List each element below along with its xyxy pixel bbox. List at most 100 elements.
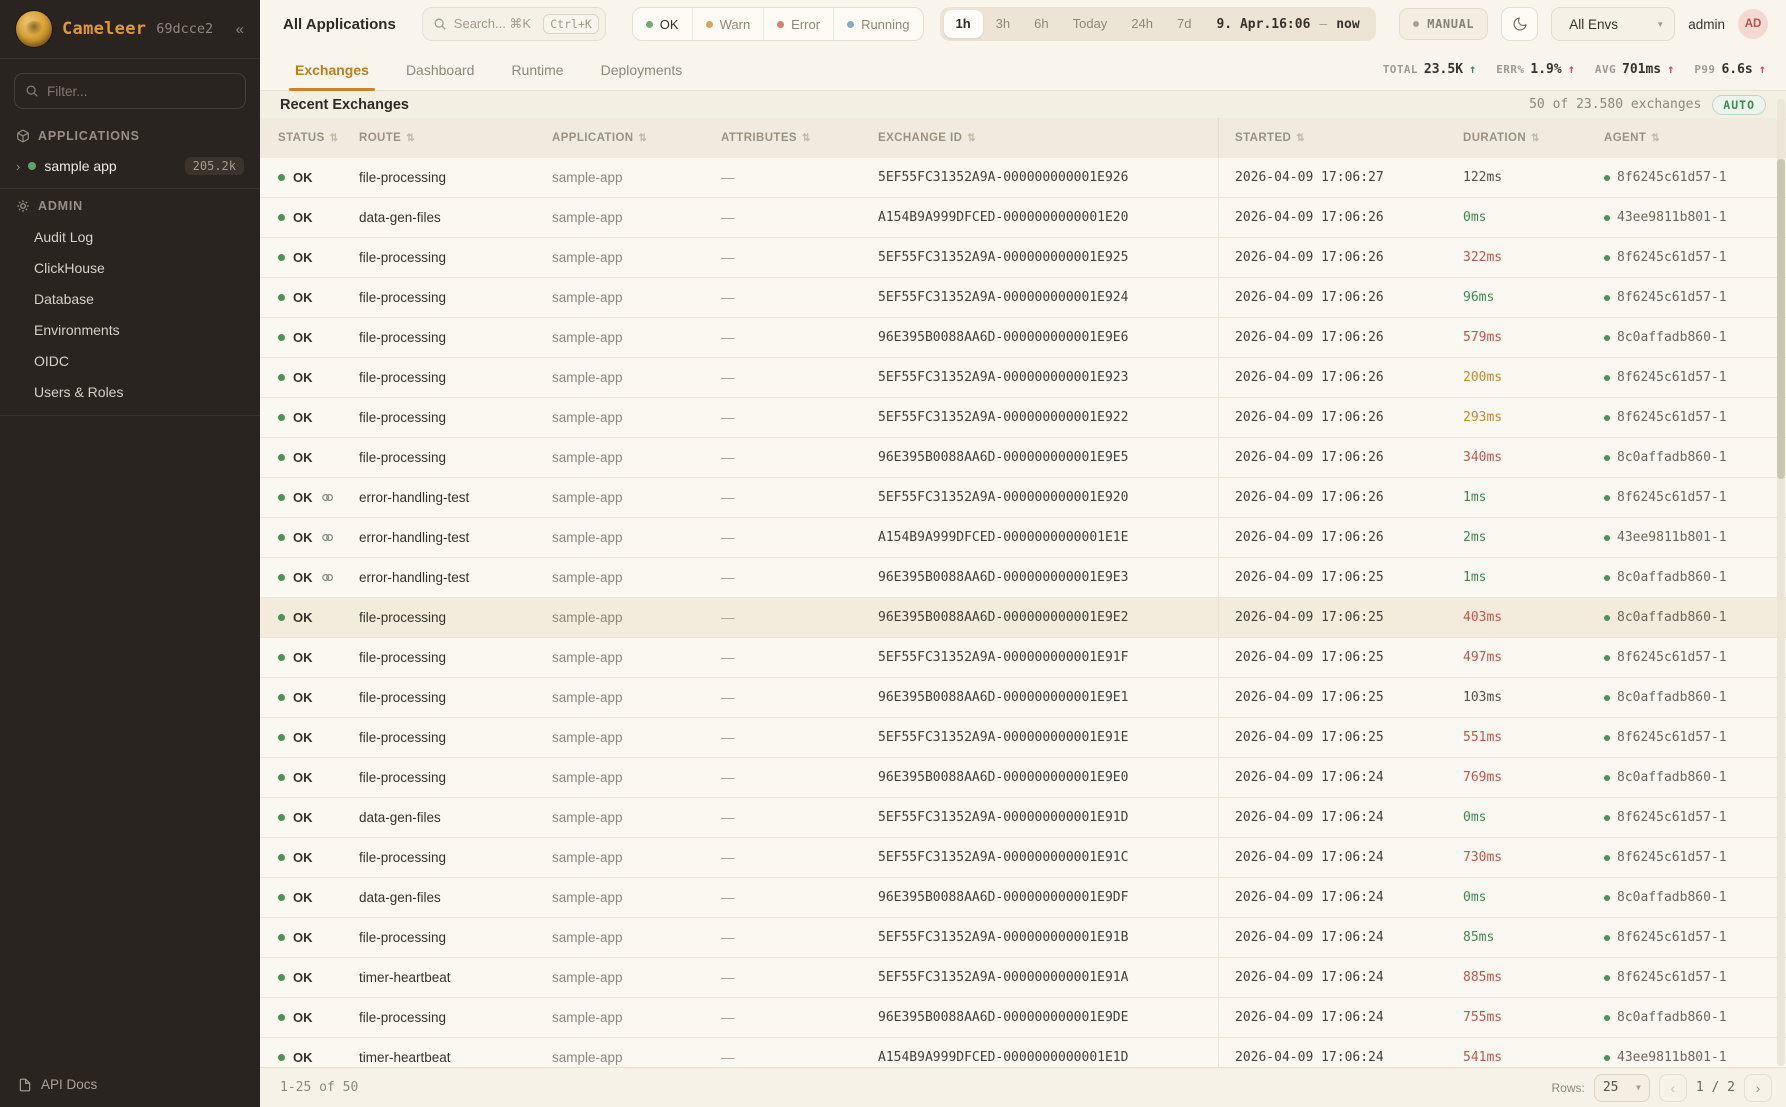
sidebar-item-audit-log[interactable]: Audit Log xyxy=(0,221,260,252)
sidebar-item-sample-app[interactable]: › sample app 205.2k xyxy=(0,151,260,188)
status-cell: OK xyxy=(278,250,359,265)
agent-cell: 8f6245c61d57-1 xyxy=(1604,290,1786,305)
tab-exchanges[interactable]: Exchanges xyxy=(295,62,369,90)
chevron-right-icon[interactable]: › xyxy=(16,159,20,174)
table-row[interactable]: OKerror-handling-testsample-app—A154B9A9… xyxy=(260,518,1786,558)
table-row[interactable]: OKerror-handling-testsample-app—96E395B0… xyxy=(260,558,1786,598)
agent-status-dot xyxy=(1604,735,1610,741)
chevron-down-icon: ▼ xyxy=(1636,1083,1641,1092)
table-row[interactable]: OKdata-gen-filessample-app—A154B9A999DFC… xyxy=(260,198,1786,238)
status-label: OK xyxy=(293,730,313,745)
started-cell: 2026-04-09 17:06:25 xyxy=(1218,638,1463,677)
agent-cell: 8f6245c61d57-1 xyxy=(1604,650,1786,665)
agent-id: 8f6245c61d57-1 xyxy=(1617,970,1727,985)
table-row[interactable]: OKfile-processingsample-app—96E395B0088A… xyxy=(260,998,1786,1038)
table-row[interactable]: OKfile-processingsample-app—96E395B0088A… xyxy=(260,598,1786,638)
column-header-route[interactable]: ROUTE⇅ xyxy=(359,118,552,158)
status-cell: OK xyxy=(278,410,359,425)
filter-chip-ok[interactable]: OK xyxy=(633,8,692,40)
table-row[interactable]: OKtimer-heartbeatsample-app—5EF55FC31352… xyxy=(260,958,1786,998)
exchange-id-cell: 5EF55FC31352A9A-000000000001E91F xyxy=(878,650,1235,665)
time-range-1h[interactable]: 1h xyxy=(944,10,983,38)
prev-page-button[interactable]: ‹ xyxy=(1659,1074,1687,1102)
table-row[interactable]: OKfile-processingsample-app—5EF55FC31352… xyxy=(260,238,1786,278)
ok-status-dot xyxy=(278,1054,285,1061)
table-row[interactable]: OKtimer-heartbeatsample-app—A154B9A999DF… xyxy=(260,1038,1786,1067)
table-row[interactable]: OKdata-gen-filessample-app—96E395B0088AA… xyxy=(260,878,1786,918)
table-row[interactable]: OKfile-processingsample-app—5EF55FC31352… xyxy=(260,918,1786,958)
sidebar-filter[interactable] xyxy=(14,73,246,109)
filter-input[interactable] xyxy=(47,84,235,99)
exchange-id-cell: 5EF55FC31352A9A-000000000001E922 xyxy=(878,410,1235,425)
search-input[interactable]: Search... ⌘K Ctrl+K xyxy=(422,7,606,41)
table-row[interactable]: OKfile-processingsample-app—5EF55FC31352… xyxy=(260,358,1786,398)
time-range-6h[interactable]: 6h xyxy=(1022,7,1060,41)
sidebar-item-users-roles[interactable]: Users & Roles xyxy=(0,376,260,407)
scrollbar-track[interactable] xyxy=(1777,99,1785,1066)
column-header-attributes[interactable]: ATTRIBUTES⇅ xyxy=(721,118,878,158)
tab-dashboard[interactable]: Dashboard xyxy=(406,62,475,90)
exchange-id-cell: 96E395B0088AA6D-000000000001E9E3 xyxy=(878,570,1235,585)
sidebar-item-database[interactable]: Database xyxy=(0,283,260,314)
time-range-24h[interactable]: 24h xyxy=(1119,7,1165,41)
auto-refresh-badge[interactable]: AUTO xyxy=(1712,95,1766,115)
table-row[interactable]: OKfile-processingsample-app—96E395B0088A… xyxy=(260,678,1786,718)
table-row[interactable]: OKfile-processingsample-app—96E395B0088A… xyxy=(260,318,1786,358)
collapse-sidebar-icon[interactable]: « xyxy=(236,21,244,38)
sidebar-item-oidc[interactable]: OIDC xyxy=(0,345,260,376)
sidebar-item-clickhouse[interactable]: ClickHouse xyxy=(0,252,260,283)
scrollbar-thumb[interactable] xyxy=(1777,159,1785,479)
status-cell: OK xyxy=(278,1010,359,1025)
section-title: Recent Exchanges xyxy=(280,97,409,113)
filter-chip-running[interactable]: Running xyxy=(833,8,922,40)
date-range-picker[interactable]: 9. Apr.16:06 — now xyxy=(1203,17,1372,32)
tab-deployments[interactable]: Deployments xyxy=(601,62,683,90)
rows-per-page-select[interactable]: 25 ▼ xyxy=(1594,1074,1650,1102)
table-row[interactable]: OKfile-processingsample-app—5EF55FC31352… xyxy=(260,838,1786,878)
table-row[interactable]: OKfile-processingsample-app—5EF55FC31352… xyxy=(260,398,1786,438)
table-row[interactable]: OKdata-gen-filessample-app—5EF55FC31352A… xyxy=(260,798,1786,838)
time-range-today[interactable]: Today xyxy=(1061,7,1120,41)
attributes-cell: — xyxy=(721,970,878,985)
column-header-agent[interactable]: AGENT⇅ xyxy=(1604,118,1786,158)
agent-id: 43ee9811b801-1 xyxy=(1617,530,1727,545)
agent-id: 8c0affadb860-1 xyxy=(1617,890,1727,905)
env-select[interactable]: All Envs ▼ xyxy=(1551,7,1675,41)
agent-status-dot xyxy=(1604,335,1610,341)
filter-chip-error[interactable]: Error xyxy=(763,8,833,40)
status-label: OK xyxy=(293,1050,313,1065)
table-row[interactable]: OKfile-processingsample-app—96E395B0088A… xyxy=(260,758,1786,798)
time-range-3h[interactable]: 3h xyxy=(984,7,1022,41)
status-cell: OK xyxy=(278,530,359,545)
tab-runtime[interactable]: Runtime xyxy=(511,62,563,90)
column-header-status[interactable]: STATUS⇅ xyxy=(278,118,359,158)
sidebar-item-environments[interactable]: Environments xyxy=(0,314,260,345)
column-header-started[interactable]: STARTED⇅ xyxy=(1218,118,1463,158)
next-page-button[interactable]: › xyxy=(1744,1074,1772,1102)
table-header-row: STATUS⇅ROUTE⇅APPLICATION⇅ATTRIBUTES⇅EXCH… xyxy=(260,118,1786,158)
column-header-application[interactable]: APPLICATION⇅ xyxy=(552,118,721,158)
page-title: All Applications xyxy=(283,16,396,33)
duration-cell: 0ms xyxy=(1463,210,1604,225)
table-row[interactable]: OKfile-processingsample-app—5EF55FC31352… xyxy=(260,278,1786,318)
avatar[interactable]: AD xyxy=(1738,9,1768,39)
filter-chip-warn[interactable]: Warn xyxy=(692,8,764,40)
route-cell: file-processing xyxy=(359,650,552,665)
column-header-exchange-id[interactable]: EXCHANGE ID⇅ xyxy=(878,118,1235,158)
agent-id: 8c0affadb860-1 xyxy=(1617,610,1727,625)
application-cell: sample-app xyxy=(552,370,721,385)
table-row[interactable]: OKfile-processingsample-app—5EF55FC31352… xyxy=(260,718,1786,758)
api-docs-link[interactable]: API Docs xyxy=(0,1062,260,1107)
route-cell: file-processing xyxy=(359,410,552,425)
time-range-7d[interactable]: 7d xyxy=(1165,7,1203,41)
dark-mode-toggle[interactable] xyxy=(1501,7,1538,41)
table-row[interactable]: OKfile-processingsample-app—96E395B0088A… xyxy=(260,438,1786,478)
duration-cell: 885ms xyxy=(1463,970,1604,985)
table-row[interactable]: OKfile-processingsample-app—5EF55FC31352… xyxy=(260,158,1786,198)
search-shortcut-badge: Ctrl+K xyxy=(543,14,599,34)
column-header-duration[interactable]: DURATION⇅ xyxy=(1463,118,1604,158)
table-row[interactable]: OKerror-handling-testsample-app—5EF55FC3… xyxy=(260,478,1786,518)
manual-refresh-button[interactable]: MANUAL xyxy=(1399,8,1488,40)
table-row[interactable]: OKfile-processingsample-app—5EF55FC31352… xyxy=(260,638,1786,678)
status-cell: OK xyxy=(278,1050,359,1065)
